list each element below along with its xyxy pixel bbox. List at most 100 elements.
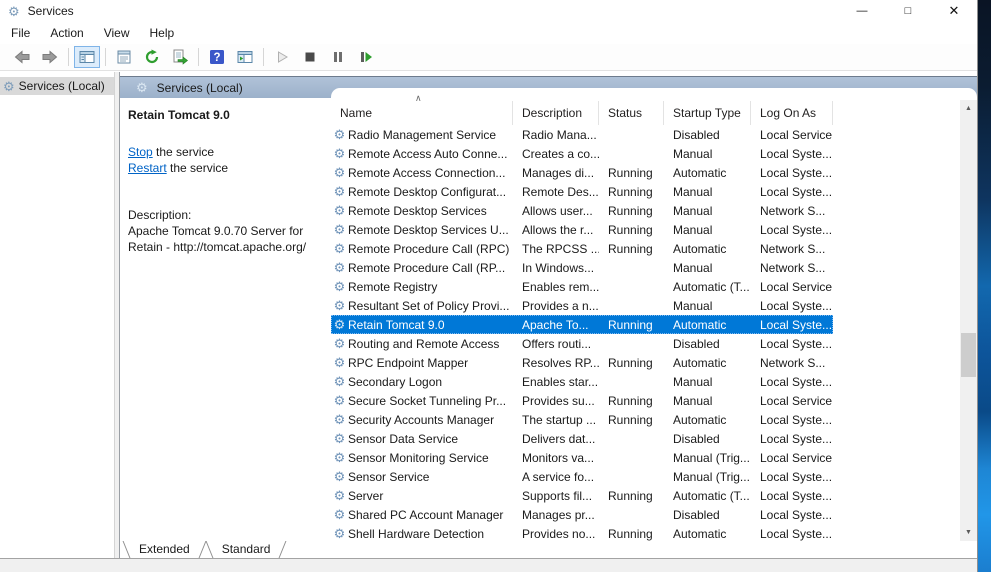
table-row[interactable]: ⚙Remote Access Auto Conne... Creates a c… (331, 144, 833, 163)
vertical-scrollbar[interactable]: ▲ ▼ (960, 100, 977, 541)
gear-icon: ⚙ (331, 185, 348, 198)
table-row[interactable]: ⚙Secondary Logon Enables star... Manual … (331, 372, 833, 391)
menu-action[interactable]: Action (40, 23, 93, 43)
properties-button[interactable] (111, 46, 137, 68)
service-name-cell: Server (348, 489, 383, 503)
gear-icon: ⚙ (331, 451, 348, 464)
gear-icon: ⚙ (331, 432, 348, 445)
restart-service-link[interactable]: Restart (128, 161, 167, 175)
show-console-tree-button[interactable] (74, 46, 100, 68)
stop-service-button[interactable] (297, 46, 323, 68)
restart-service-button[interactable] (353, 46, 379, 68)
column-header-status[interactable]: Status (599, 101, 664, 125)
scroll-up-icon[interactable]: ▲ (960, 100, 977, 116)
service-startup-type-cell: Automatic (T... (664, 489, 751, 503)
table-row[interactable]: ⚙Remote Registry Enables rem... Automati… (331, 277, 833, 296)
column-header-startup-type[interactable]: Startup Type (664, 101, 751, 125)
description-label: Description: (128, 207, 325, 223)
table-row[interactable]: ⚙RPC Endpoint Mapper Resolves RP... Runn… (331, 353, 833, 372)
services-window: ⚙ Services — □ ✕ File Action View Help (0, 0, 978, 572)
service-name-cell: Security Accounts Manager (348, 413, 494, 427)
table-row[interactable]: ⚙Sensor Service A service fo... Manual (… (331, 467, 833, 486)
tab-standard[interactable]: Standard (206, 541, 287, 558)
service-log-on-as-cell: Local Syste... (751, 147, 833, 161)
table-row[interactable]: ⚙Remote Desktop Services Allows user... … (331, 201, 833, 220)
desktop-wallpaper-edge (978, 0, 991, 572)
service-name-cell: Remote Registry (348, 280, 437, 294)
service-status-cell: Running (599, 223, 664, 237)
sidebar-item-services-local[interactable]: ⚙ Services (Local) (0, 77, 114, 95)
forward-button[interactable] (37, 46, 63, 68)
service-name-cell: Secure Socket Tunneling Pr... (348, 394, 506, 408)
service-status-cell: Running (599, 527, 664, 541)
pause-service-button[interactable] (325, 46, 351, 68)
table-row[interactable]: ⚙Retain Tomcat 9.0 Apache To... Running … (331, 315, 833, 334)
start-service-button[interactable] (269, 46, 295, 68)
table-row[interactable]: ⚙Security Accounts Manager The startup .… (331, 410, 833, 429)
service-log-on-as-cell: Local Syste... (751, 375, 833, 389)
scrollbar-thumb[interactable] (961, 333, 976, 377)
table-row[interactable]: ⚙Shell Hardware Detection Provides no...… (331, 524, 833, 541)
table-row[interactable]: ⚙Sensor Monitoring Service Monitors va..… (331, 448, 833, 467)
show-action-pane-button[interactable] (232, 46, 258, 68)
table-row[interactable]: ⚙Routing and Remote Access Offers routi.… (331, 334, 833, 353)
menu-view[interactable]: View (94, 23, 140, 43)
service-log-on-as-cell: Local Syste... (751, 508, 833, 522)
menu-help[interactable]: Help (140, 23, 185, 43)
service-name-cell: Sensor Data Service (348, 432, 458, 446)
back-button[interactable] (9, 46, 35, 68)
service-status-cell: Running (599, 489, 664, 503)
table-row[interactable]: ⚙Server Supports fil... Running Automati… (331, 486, 833, 505)
service-description-cell: The startup ... (513, 413, 599, 427)
service-description-cell: Apache To... (513, 318, 599, 332)
minimize-button[interactable]: — (839, 0, 885, 22)
service-startup-type-cell: Manual (664, 147, 751, 161)
table-row[interactable]: ⚙Remote Desktop Configurat... Remote Des… (331, 182, 833, 201)
service-description-cell: Provides a n... (513, 299, 599, 313)
service-status-cell: Running (599, 356, 664, 370)
service-description-cell: Resolves RP... (513, 356, 599, 370)
refresh-button[interactable] (139, 46, 165, 68)
table-row[interactable]: ⚙Resultant Set of Policy Provi... Provid… (331, 296, 833, 315)
service-startup-type-cell: Automatic (664, 356, 751, 370)
services-app-icon: ⚙ (8, 5, 20, 18)
table-row[interactable]: ⚙Sensor Data Service Delivers dat... Dis… (331, 429, 833, 448)
column-header-description[interactable]: Description (513, 101, 599, 125)
gear-icon: ⚙ (331, 166, 348, 179)
svg-text:?: ? (213, 52, 220, 64)
gear-icon: ⚙ (331, 204, 348, 217)
scroll-down-icon[interactable]: ▼ (960, 524, 977, 540)
service-name-cell: Remote Access Auto Conne... (348, 147, 507, 161)
service-name-cell: Remote Procedure Call (RP... (348, 261, 505, 275)
console-tree-pane: ⚙ Services (Local) (0, 72, 115, 558)
table-row[interactable]: ⚙Radio Management Service Radio Mana... … (331, 125, 833, 144)
toolbar: ? (0, 44, 977, 71)
service-startup-type-cell: Automatic (664, 166, 751, 180)
sort-ascending-icon: ∧ (415, 93, 422, 104)
column-header-log-on-as[interactable]: Log On As (751, 101, 833, 125)
menu-file[interactable]: File (1, 23, 40, 43)
table-row[interactable]: ⚙Remote Procedure Call (RP... In Windows… (331, 258, 833, 277)
service-description-cell: Monitors va... (513, 451, 599, 465)
tab-extended[interactable]: Extended (123, 541, 206, 558)
service-startup-type-cell: Manual (Trig... (664, 470, 751, 484)
table-row[interactable]: ⚙Remote Access Connection... Manages di.… (331, 163, 833, 182)
service-status-cell: Running (599, 318, 664, 332)
window-controls: — □ ✕ (839, 0, 977, 22)
service-status-cell: Running (599, 394, 664, 408)
table-row[interactable]: ⚙Secure Socket Tunneling Pr... Provides … (331, 391, 833, 410)
service-startup-type-cell: Manual (664, 261, 751, 275)
maximize-button[interactable]: □ (885, 0, 931, 22)
column-header-name[interactable]: Name (331, 101, 513, 125)
table-row[interactable]: ⚙Remote Procedure Call (RPC) The RPCSS .… (331, 239, 833, 258)
close-button[interactable]: ✕ (931, 0, 977, 22)
help-button[interactable]: ? (204, 46, 230, 68)
toolbar-separator (68, 48, 69, 66)
table-row[interactable]: ⚙Remote Desktop Services U... Allows the… (331, 220, 833, 239)
export-list-button[interactable] (167, 46, 193, 68)
table-row[interactable]: ⚙Shared PC Account Manager Manages pr...… (331, 505, 833, 524)
service-log-on-as-cell: Local Syste... (751, 432, 833, 446)
stop-service-link[interactable]: Stop (128, 145, 153, 159)
service-startup-type-cell: Manual (664, 394, 751, 408)
toolbar-separator (198, 48, 199, 66)
